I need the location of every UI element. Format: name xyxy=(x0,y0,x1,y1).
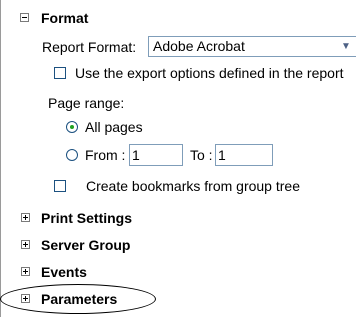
report-format-label: Report Format: xyxy=(42,39,137,55)
format-section-title[interactable]: Format xyxy=(41,10,88,26)
bookmarks-checkbox[interactable] xyxy=(54,180,66,192)
parameters-highlight-ellipse xyxy=(0,284,156,314)
export-options-checkbox[interactable] xyxy=(54,67,66,79)
print-settings-section-title[interactable]: Print Settings xyxy=(41,210,132,226)
chevron-down-icon[interactable]: ▼ xyxy=(339,39,353,54)
from-label: From : xyxy=(85,147,126,163)
export-options-label: Use the export options defined in the re… xyxy=(75,65,344,81)
panel-left-border xyxy=(0,0,1,317)
report-format-select[interactable]: Adobe Acrobat ▼ xyxy=(148,36,356,57)
all-pages-label: All pages xyxy=(85,119,143,135)
to-page-input[interactable]: 1 xyxy=(215,144,273,166)
from-page-input[interactable]: 1 xyxy=(129,144,183,166)
bookmarks-label: Create bookmarks from group tree xyxy=(86,178,300,194)
page-range-label: Page range: xyxy=(48,95,125,111)
export-options-panel: Format Report Format: Adobe Acrobat ▼ Us… xyxy=(0,0,356,317)
report-format-value: Adobe Acrobat xyxy=(153,38,245,54)
events-section-title[interactable]: Events xyxy=(41,264,87,280)
events-expand-icon[interactable] xyxy=(21,267,30,276)
server-group-expand-icon[interactable] xyxy=(21,240,30,249)
server-group-section-title[interactable]: Server Group xyxy=(41,237,130,253)
print-settings-expand-icon[interactable] xyxy=(21,213,30,222)
format-collapse-icon[interactable] xyxy=(20,13,29,22)
all-pages-radio[interactable] xyxy=(66,121,78,133)
from-radio[interactable] xyxy=(66,149,78,161)
to-label: To : xyxy=(190,147,213,163)
